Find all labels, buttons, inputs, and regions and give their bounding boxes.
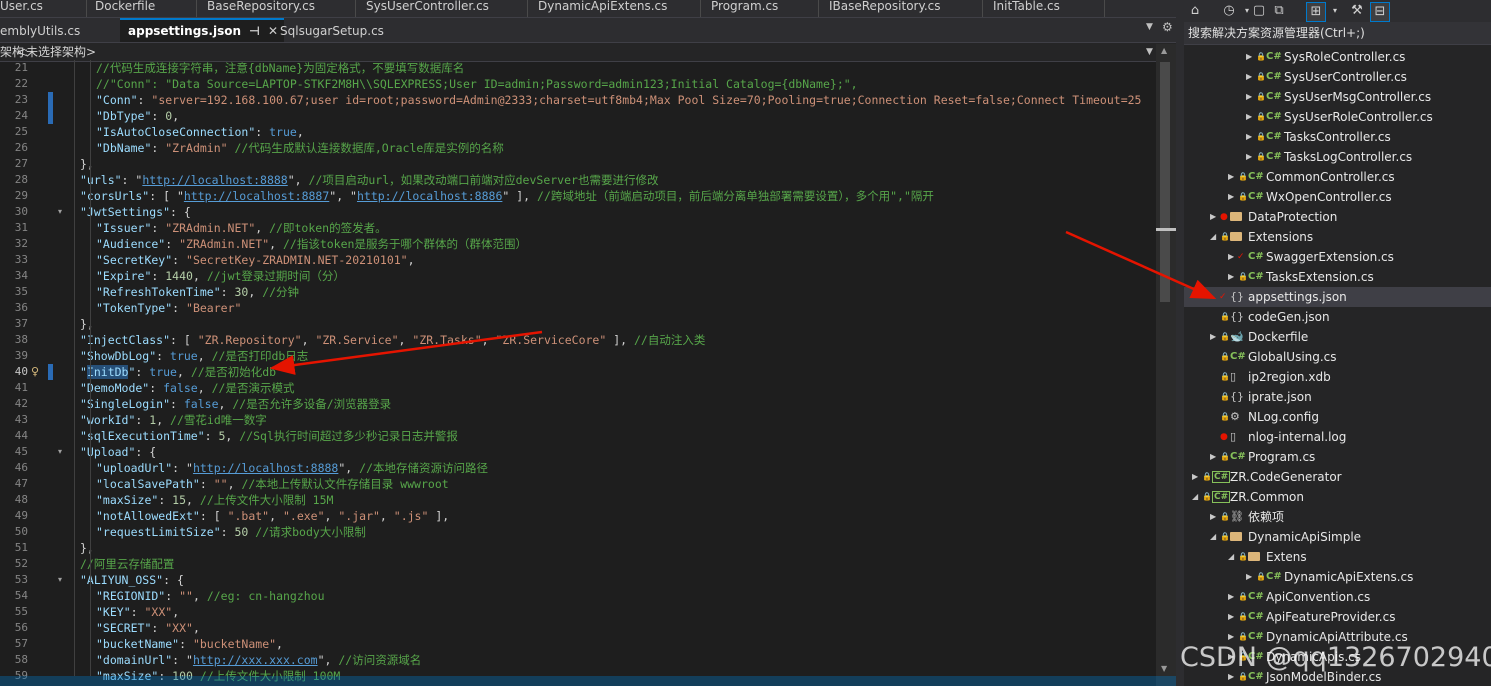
- annotation-arrow-to-initdb: [269, 330, 543, 375]
- annotation-arrow-to-appsettings: [1065, 230, 1217, 300]
- annotation-arrows: [269, 230, 1217, 375]
